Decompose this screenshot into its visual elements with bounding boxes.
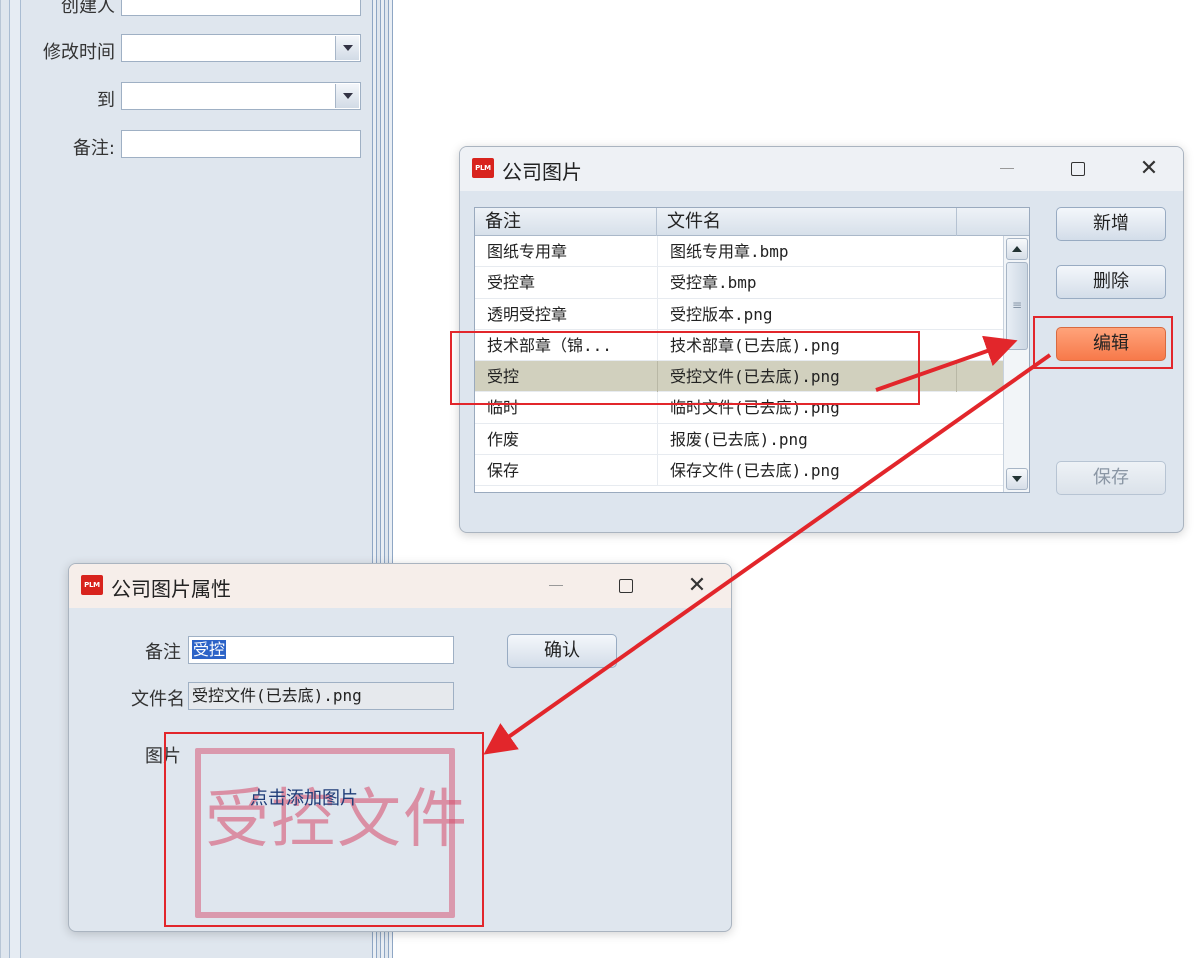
remark-row: 备注: (21, 130, 371, 160)
titlebar[interactable]: PLM 公司图片属性 ✕ (69, 564, 731, 608)
scroll-down-icon[interactable] (1006, 468, 1028, 490)
confirm-button[interactable]: 确认 (507, 634, 617, 668)
cell-note: 图纸专用章 (487, 242, 568, 261)
table-row[interactable]: 图纸专用章 图纸专用章.bmp (475, 236, 1003, 268)
creator-label: 创建人 (61, 0, 115, 17)
chevron-down-icon[interactable] (335, 36, 359, 60)
window-title: 公司图片 (502, 160, 582, 184)
modified-to-row: 到 (21, 82, 371, 112)
cell-note: 受控 (487, 367, 520, 387)
table-header: 备注 文件名 (475, 208, 1029, 236)
cell-note: 临时 (487, 398, 520, 418)
modified-from-row: 修改时间 (21, 34, 371, 64)
filename-label: 文件名 (131, 689, 185, 710)
note-value-selected: 受控 (192, 640, 227, 659)
cell-filename: 受控章.bmp (657, 267, 957, 299)
save-button[interactable]: 保存 (1056, 461, 1166, 495)
image-preview[interactable]: 受控文件 (185, 740, 469, 926)
plm-app-icon: PLM (472, 158, 494, 178)
panel-left-border (9, 0, 21, 958)
modified-time-label: 修改时间 (43, 42, 115, 63)
chevron-down-icon[interactable] (335, 84, 359, 108)
modified-from-select[interactable] (121, 34, 361, 62)
image-properties-window: PLM 公司图片属性 ✕ 备注 受控 文件名 受控文件(已去底).png 确认 … (68, 563, 732, 932)
cell-filename: 受控版本.png (657, 298, 957, 330)
table-row[interactable]: 作废 报废(已去底).png (475, 423, 1003, 456)
maximize-icon[interactable] (612, 572, 640, 600)
table-row[interactable]: 临时 临时文件(已去底).png (475, 392, 1003, 424)
company-images-window: PLM 公司图片 ✕ 备注 文件名 图纸专用章 图纸专用章.bmp 受控章 受控… (459, 146, 1184, 533)
stamp-image-text: 受控文件 (205, 783, 469, 857)
to-label: 到 (97, 90, 115, 111)
maximize-icon[interactable] (1064, 155, 1092, 183)
cell-note: 作废 (487, 429, 520, 449)
table-row-selected[interactable]: 受控 受控文件(已去底).png (475, 361, 1003, 393)
remark-input[interactable] (121, 130, 361, 158)
close-icon[interactable]: ✕ (683, 572, 711, 600)
table-row[interactable]: 技术部章（锦... 技术部章(已去底).png (475, 329, 1003, 362)
table-row[interactable]: 透明受控章 受控版本.png (475, 298, 1003, 330)
window-title: 公司图片属性 (111, 577, 231, 601)
image-label: 图片 (145, 746, 181, 767)
column-header-filename[interactable]: 文件名 (657, 208, 957, 236)
close-icon[interactable]: ✕ (1135, 155, 1163, 183)
titlebar[interactable]: PLM 公司图片 ✕ (460, 147, 1183, 191)
column-header-note[interactable]: 备注 (475, 208, 657, 236)
creator-input[interactable] (121, 0, 361, 16)
cell-filename: 技术部章(已去底).png (657, 329, 957, 361)
minimize-icon[interactable] (543, 572, 571, 600)
table-body: 图纸专用章 图纸专用章.bmp 受控章 受控章.bmp 透明受控章 受控版本.p… (475, 236, 1003, 487)
minimize-icon[interactable] (994, 155, 1022, 183)
images-table: 备注 文件名 图纸专用章 图纸专用章.bmp 受控章 受控章.bmp 透明受控章… (474, 207, 1030, 493)
scroll-up-icon[interactable] (1006, 238, 1028, 260)
cell-note: 受控章 (487, 273, 536, 293)
plm-app-icon: PLM (81, 575, 103, 595)
creator-row: 创建人 (21, 0, 371, 18)
cell-filename: 临时文件(已去底).png (657, 392, 957, 424)
cell-filename: 图纸专用章.bmp (657, 236, 957, 267)
table-row[interactable]: 保存 保存文件(已去底).png (475, 455, 1003, 487)
delete-button[interactable]: 删除 (1056, 265, 1166, 299)
note-label: 备注 (145, 642, 181, 663)
scroll-thumb[interactable]: ≡ (1006, 262, 1028, 350)
remark-label: 备注: (72, 138, 115, 159)
table-row[interactable]: 受控章 受控章.bmp (475, 267, 1003, 299)
cell-note: 技术部章（锦... (487, 335, 612, 355)
add-image-hint[interactable]: 点击添加图片 (250, 784, 358, 810)
modified-to-select[interactable] (121, 82, 361, 110)
cell-note: 透明受控章 (487, 304, 568, 324)
add-button[interactable]: 新增 (1056, 207, 1166, 241)
cell-filename: 保存文件(已去底).png (657, 455, 957, 487)
filename-field: 受控文件(已去底).png (188, 682, 454, 710)
cell-filename: 受控文件(已去底).png (657, 361, 957, 393)
note-input[interactable]: 受控 (188, 636, 454, 664)
cell-note: 保存 (487, 461, 520, 481)
edit-button[interactable]: 编辑 (1056, 327, 1166, 361)
vertical-scrollbar[interactable]: ≡ (1003, 236, 1029, 492)
cell-filename: 报废(已去底).png (657, 423, 957, 455)
stamp-image: 受控文件 (195, 748, 469, 918)
